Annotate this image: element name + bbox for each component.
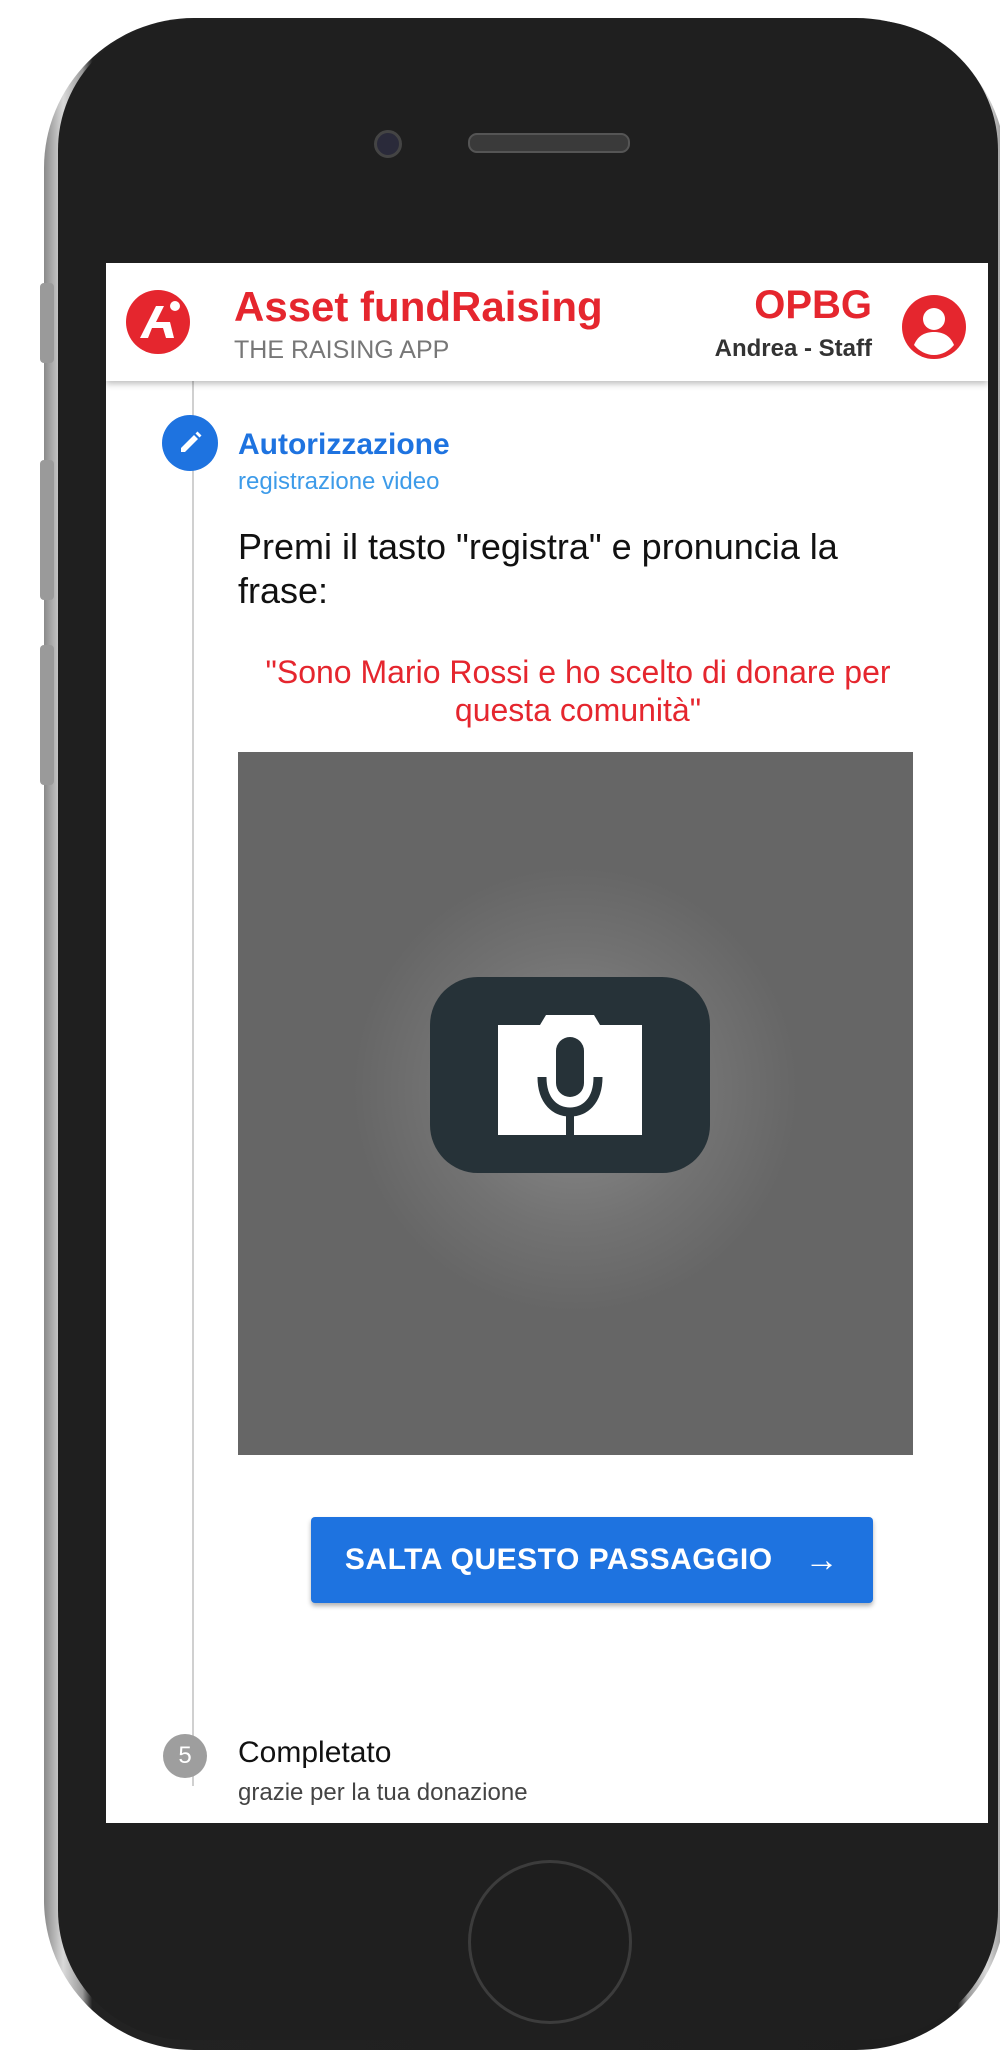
skip-step-label: SALTA QUESTO PASSAGGIO (344, 1543, 773, 1576)
instruction-text: Premi il tasto "registra" e pronuncia la… (238, 526, 838, 611)
volume-up-button (40, 460, 54, 600)
organization-name: OPBG (754, 283, 872, 327)
volume-down-button (40, 645, 54, 785)
app-logo-icon (126, 290, 190, 354)
stepper-connector (192, 381, 194, 1786)
app-header: Asset fundRaising THE RAISING APP OPBG A… (106, 263, 988, 381)
next-step-title: Completato (238, 1736, 392, 1769)
earpiece-speaker (468, 133, 630, 153)
step-number-badge: 5 (163, 1734, 207, 1778)
home-button[interactable] (468, 1860, 632, 2024)
pencil-icon (162, 415, 218, 471)
app-title: Asset fundRaising (234, 283, 603, 330)
user-name: Andrea - Staff (714, 335, 872, 362)
mute-switch (40, 283, 54, 363)
account-icon[interactable] (902, 295, 966, 359)
next-step-subtitle: grazie per la tua donazione (238, 1779, 528, 1806)
app-screen: Asset fundRaising THE RAISING APP OPBG A… (106, 263, 988, 1823)
front-camera (374, 130, 402, 158)
arrow-right-icon: → (804, 1540, 840, 1579)
step-title: Autorizzazione (238, 428, 450, 461)
phrase-text: "Sono Mario Rossi e ho scelto di donare … (265, 654, 891, 728)
step-subtitle: registrazione video (238, 468, 440, 495)
video-preview (238, 752, 913, 1455)
camera-microphone-icon (498, 1015, 642, 1135)
app-subtitle: THE RAISING APP (234, 336, 450, 364)
skip-step-button[interactable]: SALTA QUESTO PASSAGGIO → (311, 1517, 873, 1603)
record-button[interactable] (430, 977, 710, 1173)
